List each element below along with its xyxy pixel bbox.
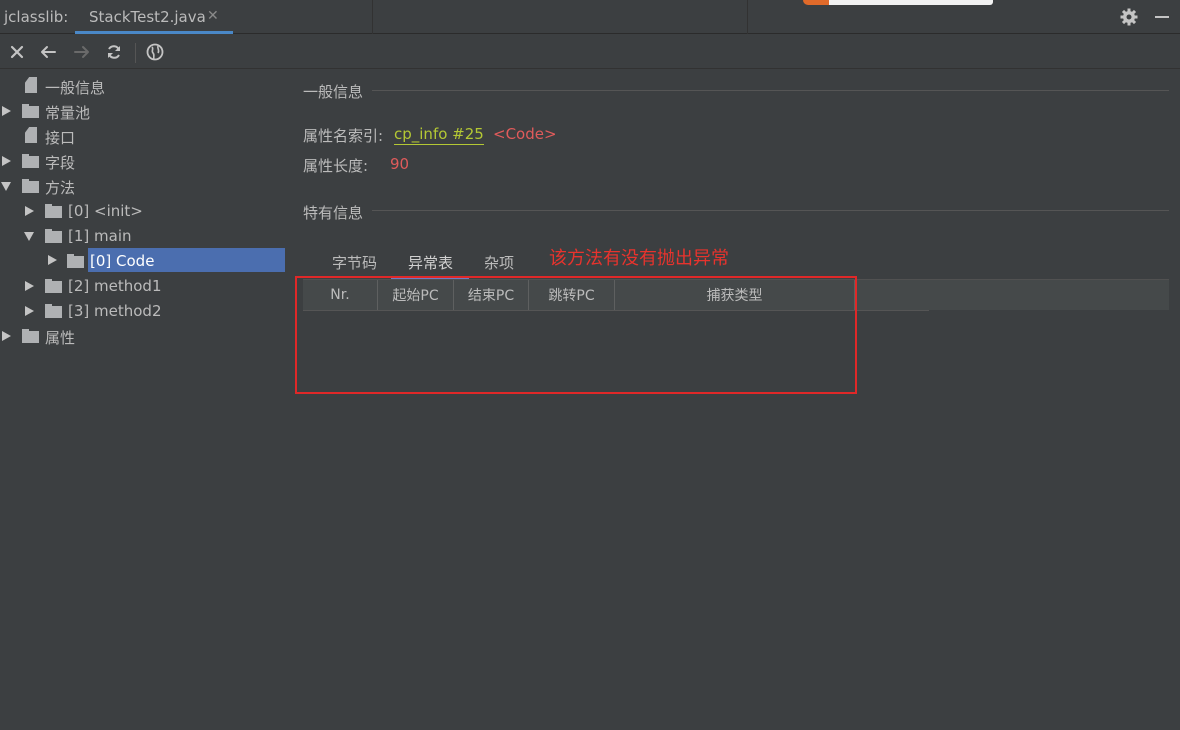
tree-item-label: 接口 [45, 129, 76, 147]
expand-arrow-icon[interactable] [2, 156, 11, 166]
editor-tab-bar: jclasslib: StackTest2.java ✕ [0, 0, 1180, 34]
tree-item-label: 属性 [45, 329, 76, 347]
tree-item-general-info[interactable]: 一般信息 [0, 74, 290, 99]
collapse-arrow-icon[interactable] [1, 182, 11, 191]
attr-name-index-label: 属性名索引: [303, 127, 384, 145]
specific-info-title: 特有信息 [303, 204, 364, 222]
settings-gear-icon[interactable] [1119, 7, 1139, 27]
tree-item-label: 字段 [45, 154, 76, 172]
class-structure-tree: 一般信息 常量池 接口 字段 方法 [0] <init> [1] main [0… [0, 72, 290, 730]
refresh-icon[interactable] [104, 42, 124, 62]
folder-icon [45, 279, 62, 293]
tab-close-icon[interactable]: ✕ [207, 8, 219, 24]
section-divider [372, 210, 1169, 211]
tree-item-label: [0] <init> [68, 202, 143, 220]
overlay-fragment [803, 0, 993, 5]
editor-tab-label: StackTest2.java [89, 8, 206, 26]
attr-name-value: <Code> [493, 125, 557, 143]
expand-arrow-icon[interactable] [25, 306, 34, 316]
file-icon [25, 77, 37, 93]
forward-arrow-icon[interactable] [72, 42, 92, 62]
collapse-arrow-icon[interactable] [24, 232, 34, 241]
tree-item-label: [0] Code [90, 252, 155, 270]
attr-length-value: 90 [390, 155, 410, 173]
section-divider [372, 90, 1169, 91]
tree-item-constant-pool[interactable]: 常量池 [0, 99, 290, 124]
tree-item-method-main[interactable]: [1] main [0, 224, 290, 249]
tree-item-code-selected[interactable]: [0] Code [0, 248, 290, 273]
folder-icon [22, 104, 39, 118]
attr-length-label: 属性长度: [303, 157, 369, 175]
tree-item-label: 一般信息 [45, 79, 106, 97]
folder-icon [22, 329, 39, 343]
expand-arrow-icon[interactable] [48, 255, 57, 265]
tab-divider [747, 0, 748, 34]
tree-item-label: 常量池 [45, 104, 91, 122]
folder-icon [67, 254, 84, 268]
close-icon[interactable] [7, 42, 27, 62]
toolbar [0, 35, 1180, 69]
back-arrow-icon[interactable] [38, 42, 58, 62]
expand-arrow-icon[interactable] [25, 206, 34, 216]
tree-item-fields[interactable]: 字段 [0, 149, 290, 174]
tree-item-method-init[interactable]: [0] <init> [0, 199, 290, 224]
annotation-highlight-box [295, 276, 857, 394]
tree-item-label: [3] method2 [68, 302, 162, 320]
tree-item-interfaces[interactable]: 接口 [0, 124, 290, 149]
overlay-white [829, 0, 993, 5]
editor-tab-stacktest2[interactable]: StackTest2.java ✕ [75, 0, 233, 34]
tree-item-attributes[interactable]: 属性 [0, 324, 290, 349]
expand-arrow-icon[interactable] [25, 281, 34, 291]
tree-item-method1[interactable]: [2] method1 [0, 274, 290, 299]
general-info-title: 一般信息 [303, 83, 364, 101]
folder-icon [22, 179, 39, 193]
tool-window-prefix: jclasslib: [4, 8, 69, 26]
folder-icon [45, 204, 62, 218]
tree-item-label: [1] main [68, 227, 132, 245]
tab-exception-table[interactable]: 异常表 [408, 252, 453, 273]
folder-icon [45, 304, 62, 318]
tree-item-label: [2] method1 [68, 277, 162, 295]
tree-item-label: 方法 [45, 179, 76, 197]
detail-panel: 一般信息 属性名索引: cp_info #25 <Code> 属性长度: 90 … [290, 72, 1180, 730]
tab-bytecode[interactable]: 字节码 [332, 252, 377, 273]
annotation-text: 该方法有没有抛出异常 [549, 248, 729, 269]
active-tab-underline [75, 31, 233, 34]
folder-icon [45, 229, 62, 243]
file-icon [25, 127, 37, 143]
folder-icon [22, 154, 39, 168]
tab-divider [372, 0, 373, 34]
expand-arrow-icon[interactable] [2, 106, 11, 116]
toolbar-separator [135, 43, 136, 63]
tab-misc[interactable]: 杂项 [484, 252, 514, 273]
tree-item-methods[interactable]: 方法 [0, 174, 290, 199]
cp-info-link[interactable]: cp_info #25 [394, 125, 484, 145]
minimize-icon[interactable] [1155, 16, 1169, 18]
expand-arrow-icon[interactable] [2, 331, 11, 341]
tree-item-method2[interactable]: [3] method2 [0, 299, 290, 324]
browser-globe-icon[interactable] [145, 42, 165, 62]
